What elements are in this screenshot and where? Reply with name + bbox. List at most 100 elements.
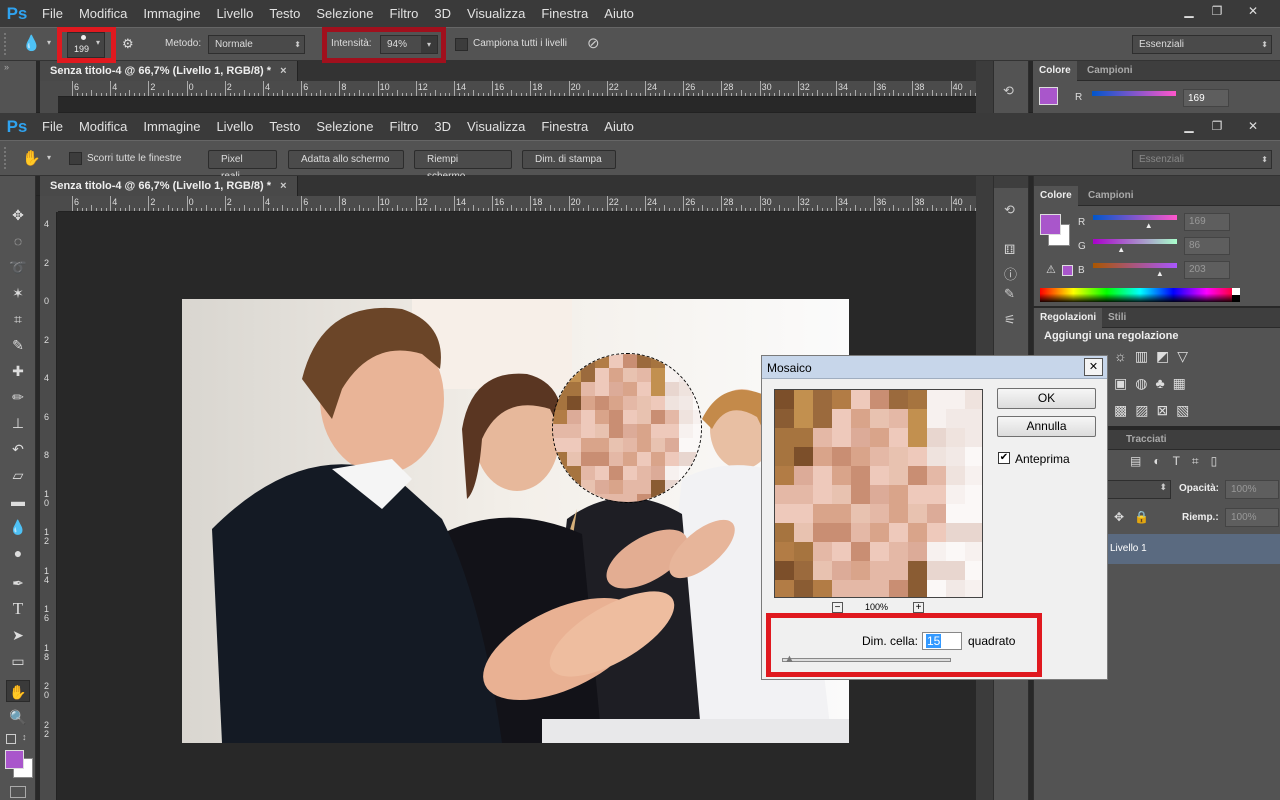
- ramp-black[interactable]: [1232, 295, 1240, 302]
- r-slider[interactable]: [1093, 215, 1177, 220]
- adjustment-icons-row1[interactable]: ☼▥◩▽: [1114, 348, 1196, 365]
- menu-aiuto[interactable]: Aiuto: [596, 113, 642, 140]
- ok-button[interactable]: OK: [997, 388, 1096, 409]
- brush-tool-icon[interactable]: ✏: [6, 386, 30, 408]
- history-brush-icon[interactable]: ↶: [6, 438, 30, 460]
- magic-wand-icon[interactable]: ✶: [6, 282, 30, 304]
- lasso-tool-icon[interactable]: ➰: [6, 256, 30, 278]
- dialog-close-button[interactable]: ✕: [1084, 358, 1103, 376]
- tab-color[interactable]: Colore: [1033, 61, 1077, 81]
- marquee-tool-icon[interactable]: ◌: [6, 230, 30, 252]
- menu-filtro[interactable]: Filtro: [382, 113, 427, 140]
- r-slider-thumb[interactable]: ▲: [1145, 221, 1153, 230]
- menu-3d[interactable]: 3D: [426, 0, 459, 27]
- swap-colors-icon[interactable]: ↕: [22, 732, 27, 742]
- ramp-white[interactable]: [1232, 288, 1240, 295]
- menu-modifica[interactable]: Modifica: [71, 0, 135, 27]
- workspace-select[interactable]: Essenziali ⬍: [1132, 150, 1272, 169]
- stamp-tool-icon[interactable]: ⊥: [6, 412, 30, 434]
- menu-immagine[interactable]: Immagine: [135, 113, 208, 140]
- move-tool-icon[interactable]: ✥: [6, 204, 30, 226]
- marquee-selection[interactable]: [552, 353, 702, 503]
- menu-testo[interactable]: Testo: [261, 0, 308, 27]
- g-value[interactable]: 86: [1184, 237, 1230, 255]
- chevron-down-icon[interactable]: ▾: [47, 153, 51, 162]
- menu-visualizza[interactable]: Visualizza: [459, 113, 533, 140]
- tab-swatches[interactable]: Campioni: [1082, 186, 1140, 206]
- expand-icon[interactable]: »: [4, 62, 9, 72]
- zoom-out-button[interactable]: −: [832, 602, 843, 613]
- preview-checkbox[interactable]: ✔: [998, 452, 1010, 464]
- crop-tool-icon[interactable]: ⌗: [6, 308, 30, 330]
- r-value[interactable]: 169: [1184, 213, 1230, 231]
- menu-modifica[interactable]: Modifica: [71, 113, 135, 140]
- workspace-select[interactable]: Essenziali ⬍: [1132, 35, 1272, 54]
- brush-presets-icon[interactable]: ⚟: [1004, 312, 1016, 328]
- top-document-tab[interactable]: Senza titolo-4 @ 66,7% (Livello 1, RGB/8…: [40, 61, 298, 81]
- minimize-icon[interactable]: ▁: [1174, 2, 1204, 20]
- gamut-swatch[interactable]: [1062, 265, 1073, 276]
- color-ramp[interactable]: [1040, 288, 1240, 302]
- preview-area[interactable]: [774, 389, 983, 598]
- tab-color[interactable]: Colore: [1034, 186, 1078, 206]
- pen-tool-icon[interactable]: ✒: [6, 572, 30, 594]
- menu-selezione[interactable]: Selezione: [308, 113, 381, 140]
- menu-aiuto[interactable]: Aiuto: [596, 0, 642, 27]
- actual-pixels-button[interactable]: Pixel reali: [208, 150, 277, 182]
- top-r-value[interactable]: 169: [1183, 89, 1229, 107]
- history-icon[interactable]: ⟲: [1003, 83, 1014, 99]
- menu-3d[interactable]: 3D: [426, 113, 459, 140]
- g-slider[interactable]: [1093, 239, 1177, 244]
- dodge-tool-icon[interactable]: ●: [6, 542, 30, 564]
- menu-finestra[interactable]: Finestra: [533, 0, 596, 27]
- chevron-down-icon[interactable]: ▾: [47, 38, 51, 47]
- foreground-swatch[interactable]: [1039, 87, 1058, 105]
- actions-icon[interactable]: ⚅: [1004, 242, 1015, 258]
- zoom-in-button[interactable]: +: [913, 602, 924, 613]
- scroll-all-checkbox[interactable]: [69, 152, 82, 165]
- menu-livello[interactable]: Livello: [208, 113, 261, 140]
- b-slider-thumb[interactable]: ▲: [1156, 269, 1164, 278]
- document-tab[interactable]: Senza titolo-4 @ 66,7% (Livello 1, RGB/8…: [40, 176, 298, 196]
- hand-tool-icon[interactable]: ✋: [6, 680, 30, 702]
- g-slider-thumb[interactable]: ▲: [1117, 245, 1125, 254]
- top-scrollbar[interactable]: [976, 61, 993, 113]
- menu-testo[interactable]: Testo: [261, 113, 308, 140]
- restore-icon[interactable]: ❐: [1202, 2, 1232, 20]
- b-value[interactable]: 203: [1184, 261, 1230, 279]
- blur-tool-icon[interactable]: 💧: [6, 516, 30, 538]
- brush-panel-icon[interactable]: ✎: [1004, 286, 1015, 302]
- shape-tool-icon[interactable]: ▭: [6, 650, 30, 672]
- tab-paths[interactable]: Tracciati: [1120, 430, 1173, 450]
- b-slider[interactable]: [1093, 263, 1177, 268]
- minimize-icon[interactable]: ▁: [1174, 117, 1204, 135]
- warning-icon[interactable]: ⚠: [1046, 263, 1056, 276]
- adjustment-icons-row3[interactable]: ▩▨⊠▧: [1114, 402, 1197, 419]
- top-r-slider[interactable]: [1092, 91, 1176, 96]
- tab-styles[interactable]: Stili: [1102, 308, 1132, 328]
- foreground-color-swatch[interactable]: [5, 750, 24, 769]
- path-selection-icon[interactable]: ➤: [6, 624, 30, 646]
- menu-file[interactable]: File: [34, 113, 71, 140]
- fill-input[interactable]: 100%: [1225, 508, 1279, 527]
- menu-file[interactable]: File: [34, 0, 71, 27]
- fit-screen-button[interactable]: Adatta allo schermo: [288, 150, 404, 169]
- close-icon[interactable]: ✕: [1238, 2, 1268, 20]
- pressure-icon[interactable]: ⊘: [587, 34, 600, 52]
- print-size-button[interactable]: Dim. di stampa: [522, 150, 616, 169]
- quick-mask-icon[interactable]: [10, 786, 26, 798]
- close-tab-icon[interactable]: ×: [280, 65, 286, 77]
- tab-swatches[interactable]: Campioni: [1081, 61, 1139, 81]
- opacity-input[interactable]: 100%: [1225, 480, 1279, 499]
- eyedropper-icon[interactable]: ✎: [6, 334, 30, 356]
- method-select[interactable]: Normale ⬍: [208, 35, 305, 54]
- properties-icon[interactable]: ⓘ: [1004, 264, 1017, 283]
- close-icon[interactable]: ✕: [1238, 117, 1268, 135]
- cancel-button[interactable]: Annulla: [997, 416, 1096, 437]
- eraser-icon[interactable]: ▱: [6, 464, 30, 486]
- default-colors-icon[interactable]: [6, 734, 16, 744]
- layer-filter-icons[interactable]: ▤◐T⌗▯: [1130, 454, 1229, 469]
- close-tab-icon[interactable]: ×: [280, 180, 286, 192]
- lock-icons[interactable]: ✥🔒: [1114, 510, 1159, 524]
- adjustment-icons-row2[interactable]: ▣◍♣▦: [1114, 375, 1194, 392]
